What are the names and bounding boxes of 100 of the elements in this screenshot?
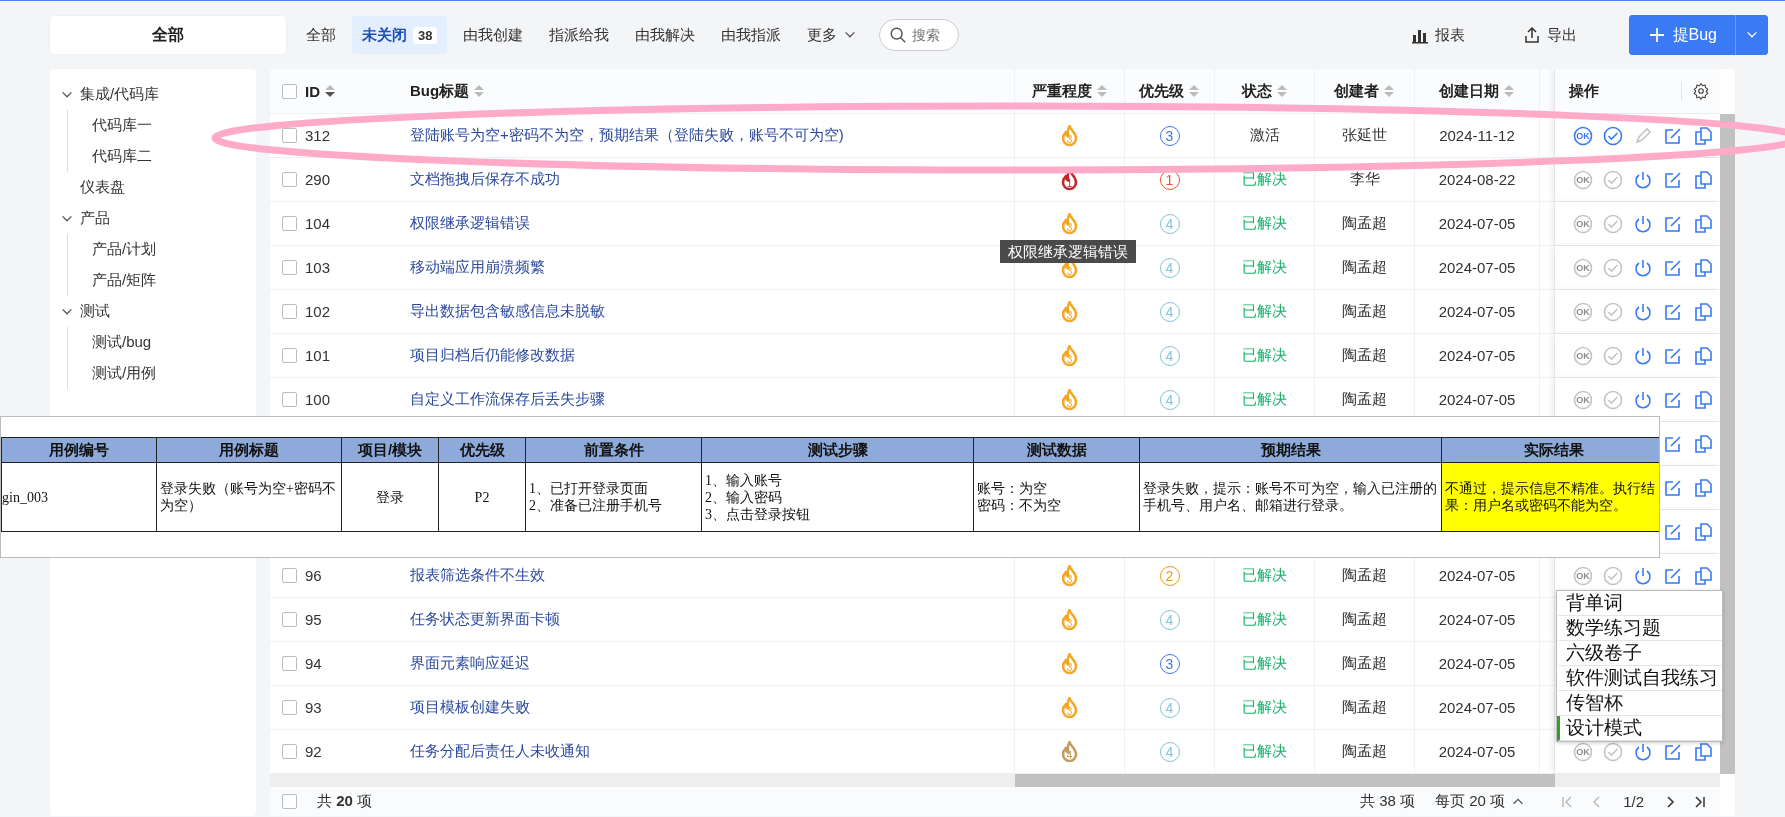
- edit-icon[interactable]: [1663, 301, 1683, 322]
- checkbox[interactable]: [282, 568, 297, 583]
- column-header[interactable]: ID: [305, 82, 336, 100]
- edit-icon[interactable]: [1663, 257, 1683, 278]
- checkbox[interactable]: [282, 612, 297, 627]
- copy-icon[interactable]: [1693, 213, 1713, 234]
- column-header[interactable]: 创建日期: [1439, 81, 1515, 101]
- bug-title-link[interactable]: 项目归档后仍能修改数据: [410, 346, 575, 365]
- checkbox[interactable]: [282, 348, 297, 363]
- checkbox[interactable]: [282, 216, 297, 231]
- ok-icon[interactable]: OK: [1573, 125, 1593, 146]
- power-icon[interactable]: [1633, 565, 1653, 586]
- column-header[interactable]: 优先级: [1139, 81, 1200, 101]
- power-icon[interactable]: [1633, 301, 1653, 322]
- power-icon[interactable]: [1633, 741, 1653, 762]
- check-circle-icon[interactable]: [1603, 125, 1623, 146]
- checkbox[interactable]: [282, 656, 297, 671]
- tree-item[interactable]: 产品/矩阵: [68, 265, 256, 296]
- filter-tab[interactable]: 未关闭 38: [352, 16, 448, 54]
- bug-title-link[interactable]: 移动端应用崩溃频繁: [410, 258, 545, 277]
- menu-item[interactable]: 数学练习题: [1557, 616, 1722, 641]
- bug-title-link[interactable]: 界面元素响应延迟: [410, 654, 530, 673]
- tree-item[interactable]: 产品/计划: [68, 234, 256, 265]
- report-button[interactable]: 报表: [1404, 24, 1471, 46]
- tree-item[interactable]: 代码库二: [68, 141, 256, 172]
- menu-item[interactable]: 设计模式: [1557, 716, 1722, 741]
- checkbox[interactable]: [282, 392, 297, 407]
- edit-icon[interactable]: [1663, 213, 1683, 234]
- copy-icon[interactable]: [1693, 169, 1713, 190]
- scrollbar[interactable]: [1720, 114, 1735, 774]
- last-page-icon[interactable]: [1692, 793, 1708, 810]
- menu-item[interactable]: 传智杯: [1557, 691, 1722, 716]
- checkbox[interactable]: [282, 260, 297, 275]
- column-header[interactable]: 状态: [1241, 81, 1288, 101]
- settings-icon[interactable]: [1681, 82, 1710, 100]
- page-size-select[interactable]: 每页 20 项: [1429, 791, 1532, 812]
- tree-item[interactable]: 代码库一: [68, 110, 256, 141]
- edit-icon[interactable]: [1663, 741, 1683, 762]
- copy-icon[interactable]: [1693, 301, 1713, 322]
- menu-item[interactable]: 软件测试自我练习: [1557, 666, 1722, 691]
- filter-tab[interactable]: 由我创建: [453, 16, 534, 54]
- sidebar-header[interactable]: 全部: [50, 16, 286, 54]
- copy-icon[interactable]: [1693, 345, 1713, 366]
- edit-icon[interactable]: [1663, 389, 1683, 410]
- power-icon[interactable]: [1633, 169, 1653, 190]
- copy-icon[interactable]: [1693, 477, 1713, 498]
- edit-icon[interactable]: [1663, 125, 1683, 146]
- copy-icon[interactable]: [1693, 565, 1713, 586]
- checkbox[interactable]: [282, 304, 297, 319]
- bug-title-link[interactable]: 导出数据包含敏感信息未脱敏: [410, 302, 605, 321]
- export-button[interactable]: 导出: [1516, 24, 1583, 46]
- tree-item[interactable]: 集成/代码库: [50, 79, 256, 110]
- copy-icon[interactable]: [1693, 389, 1713, 410]
- menu-item[interactable]: 六级卷子: [1557, 641, 1722, 666]
- tree-item[interactable]: 仪表盘: [50, 172, 256, 203]
- copy-icon[interactable]: [1693, 257, 1713, 278]
- sort-icon[interactable]: [324, 83, 336, 99]
- checkbox[interactable]: [282, 128, 297, 143]
- filter-tab[interactable]: 由我解决: [625, 16, 706, 54]
- bug-title-link[interactable]: 权限继承逻辑错误: [410, 214, 530, 233]
- tree-item[interactable]: 测试/bug: [68, 327, 256, 358]
- power-icon[interactable]: [1633, 213, 1653, 234]
- menu-item[interactable]: 背单词: [1557, 591, 1722, 616]
- filter-tab[interactable]: 由我指派: [711, 16, 792, 54]
- checkbox[interactable]: [282, 794, 297, 809]
- checkbox[interactable]: [282, 744, 297, 759]
- checkbox[interactable]: [282, 83, 297, 99]
- power-icon[interactable]: [1633, 257, 1653, 278]
- edit-icon[interactable]: [1663, 565, 1683, 586]
- edit-icon[interactable]: [1663, 433, 1683, 454]
- edit-icon[interactable]: [1663, 345, 1683, 366]
- power-icon[interactable]: [1633, 345, 1653, 366]
- bug-title-link[interactable]: 项目模板创建失败: [410, 698, 530, 717]
- tree-item[interactable]: 测试: [50, 296, 256, 327]
- new-bug-button[interactable]: 提Bug: [1628, 15, 1736, 55]
- checkbox[interactable]: [282, 172, 297, 187]
- bug-title-link[interactable]: 报表筛选条件不生效: [410, 566, 545, 585]
- edit-icon[interactable]: [1663, 521, 1683, 542]
- bug-title-link[interactable]: 任务状态更新界面卡顿: [410, 610, 560, 629]
- scrollbar[interactable]: [1015, 774, 1555, 787]
- copy-icon[interactable]: [1693, 433, 1713, 454]
- filter-tab[interactable]: 指派给我: [539, 16, 620, 54]
- edit-icon[interactable]: [1663, 169, 1683, 190]
- column-header[interactable]: Bug标题: [410, 81, 486, 101]
- bug-title-link[interactable]: 文档拖拽后保存不成功: [410, 170, 560, 189]
- bug-title-link[interactable]: 任务分配后责任人未收通知: [410, 742, 590, 761]
- copy-icon[interactable]: [1693, 521, 1713, 542]
- column-header[interactable]: 创建者: [1334, 81, 1395, 101]
- search-field[interactable]: 搜索: [879, 19, 960, 51]
- filter-tab[interactable]: 更多: [797, 16, 868, 54]
- copy-icon[interactable]: [1693, 741, 1713, 762]
- filter-tab[interactable]: 全部: [296, 16, 346, 54]
- tree-item[interactable]: 产品: [50, 203, 256, 234]
- bug-title-link[interactable]: 自定义工作流保存后丢失步骤: [410, 390, 605, 409]
- column-header[interactable]: 严重程度: [1031, 81, 1108, 101]
- checkbox[interactable]: [282, 700, 297, 715]
- tree-item[interactable]: 测试/用例: [68, 358, 256, 389]
- power-icon[interactable]: [1633, 389, 1653, 410]
- copy-icon[interactable]: [1693, 125, 1713, 146]
- bug-title-link[interactable]: 登陆账号为空+密码不为空，预期结果（登陆失败，账号不可为空): [410, 126, 844, 145]
